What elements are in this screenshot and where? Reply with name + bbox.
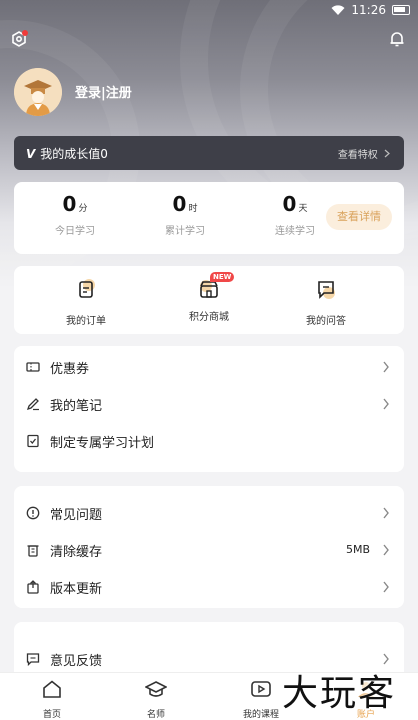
stat-unit: 天	[298, 204, 308, 214]
menu-item-label: 意见反馈	[50, 654, 103, 669]
view-privileges-label: 查看特权	[337, 150, 378, 161]
stat-value: 0	[282, 192, 297, 216]
home-icon	[43, 680, 61, 698]
status-time: 11:26	[351, 3, 386, 17]
menu-item-study-plan[interactable]: 制定专属学习计划	[14, 422, 404, 459]
menu-item-notes[interactable]: 我的笔记	[14, 385, 404, 422]
chevron-right-icon	[383, 398, 389, 410]
tab-label: 首页	[42, 710, 61, 720]
qa-icon	[318, 281, 335, 299]
quick-link-label: 我的订单	[66, 316, 106, 327]
tab-label: 名师	[146, 710, 165, 720]
view-details-button[interactable]: 查看详情	[326, 204, 392, 230]
growth-value-bar[interactable]: V 我的成长值0 查看特权	[14, 136, 404, 170]
chevron-right-icon	[384, 149, 390, 158]
pen-icon	[26, 398, 39, 411]
menu-group-account: 优惠券 我的笔记 制定专属学习计划	[14, 346, 404, 472]
menu-item-label: 制定专属学习计划	[50, 436, 155, 451]
growth-label: 我的成长值0	[40, 147, 108, 161]
menu-item-label: 清除缓存	[50, 545, 103, 560]
feedback-icon	[26, 653, 40, 666]
info-icon	[26, 506, 40, 520]
stat-label: 累计学习	[165, 226, 205, 237]
menu-item-label: 我的笔记	[50, 399, 103, 414]
study-stats-card: 0分 今日学习 0时 累计学习 0天 连续学习 查看详情	[14, 182, 404, 254]
menu-item-faq[interactable]: 常见问题	[14, 494, 404, 531]
status-bar: 11:26	[0, 0, 418, 22]
stat-label: 连续学习	[275, 226, 315, 237]
tab-home[interactable]: 首页	[22, 679, 82, 720]
graduation-cap-icon	[144, 681, 168, 697]
login-register-link[interactable]: 登录|注册	[75, 82, 132, 101]
menu-item-coupons[interactable]: 优惠券	[14, 348, 404, 385]
cache-size: 5MB	[345, 543, 370, 556]
quick-link-orders[interactable]: 我的订单	[46, 278, 126, 327]
quick-link-label: 积分商城	[189, 312, 229, 323]
new-badge: NEW	[210, 272, 235, 282]
update-icon	[27, 580, 39, 594]
chevron-right-icon	[383, 507, 389, 519]
stat-unit: 分	[78, 204, 88, 214]
quick-link-label: 我的问答	[306, 316, 346, 327]
vip-badge: V	[26, 147, 36, 161]
menu-item-clear-cache[interactable]: 清除缓存 5MB	[14, 531, 404, 568]
order-icon	[79, 279, 95, 298]
quick-link-points-shop[interactable]: NEW 积分商城	[169, 272, 249, 323]
trash-icon	[27, 545, 39, 557]
growth-label-group: V 我的成长值0	[26, 145, 108, 162]
menu-item-label: 常见问题	[50, 508, 103, 523]
settings-icon[interactable]	[10, 30, 28, 48]
stat-total: 0时 累计学习	[140, 192, 230, 237]
watermark-logo: 大玩客	[282, 673, 397, 714]
chevron-right-icon	[383, 544, 389, 556]
stat-value: 0	[172, 192, 187, 216]
bell-icon[interactable]	[388, 30, 406, 48]
chevron-right-icon	[383, 581, 389, 593]
quick-links-card: 我的订单 NEW 积分商城 我的问答	[14, 266, 404, 334]
graduate-avatar-icon	[14, 68, 62, 116]
menu-item-label: 优惠券	[50, 362, 90, 377]
quick-link-qa[interactable]: 我的问答	[286, 278, 366, 327]
stat-label: 今日学习	[55, 226, 95, 237]
view-privileges-link[interactable]: 查看特权	[338, 146, 390, 161]
tab-teachers[interactable]: 名师	[126, 679, 186, 720]
menu-item-version-update[interactable]: 版本更新	[14, 568, 404, 605]
wifi-icon	[331, 4, 345, 15]
menu-group-settings: 常见问题 清除缓存 5MB 版本更新	[14, 486, 404, 608]
menu-item-label: 版本更新	[50, 582, 103, 597]
plan-icon	[27, 434, 39, 448]
avatar[interactable]	[14, 68, 62, 116]
chevron-right-icon	[383, 361, 389, 373]
shop-icon-wrap: NEW	[198, 272, 235, 300]
stat-value: 0	[62, 192, 77, 216]
battery-icon	[392, 5, 410, 15]
coupon-icon	[26, 362, 40, 372]
play-icon	[251, 681, 271, 697]
stat-today: 0分 今日学习	[30, 192, 120, 237]
stat-unit: 时	[188, 204, 198, 214]
